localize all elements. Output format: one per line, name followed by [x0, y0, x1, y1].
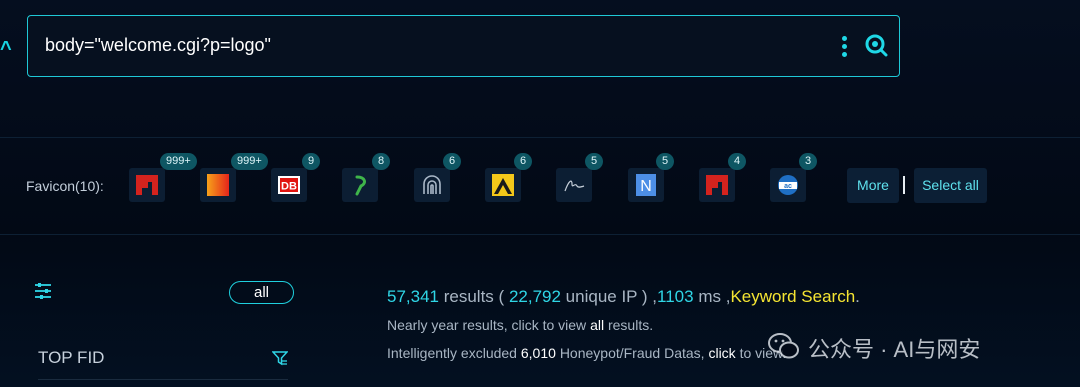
more-vertical-icon[interactable]: [840, 36, 848, 58]
favicon-item[interactable]: N: [628, 168, 664, 202]
favicon-count-badge: 999+: [160, 153, 197, 170]
favicon-item[interactable]: [342, 168, 378, 202]
wechat-icon: [768, 333, 799, 359]
favicon-count-badge: 6: [443, 153, 462, 170]
favicon-count-badge: 5: [585, 153, 604, 170]
red-bracket-logo-icon: [136, 175, 158, 195]
search-icon[interactable]: [864, 33, 888, 57]
favicon-count-badge: 6: [514, 153, 533, 170]
logo-fragment: ^: [0, 38, 12, 60]
red-bracket-logo-icon: [706, 175, 728, 195]
favicon-item[interactable]: [556, 168, 592, 202]
page: ^ body="welcome.cgi?p=logo" Favicon(10):…: [0, 0, 1080, 387]
funnel-filter-icon[interactable]: [272, 350, 288, 366]
favicon-item[interactable]: [129, 168, 165, 202]
period: .: [855, 287, 860, 306]
svg-text:ac: ac: [784, 183, 792, 190]
results-word: results (: [443, 287, 505, 306]
top-fid-heading: TOP FID: [38, 348, 105, 367]
note-text: Honeypot/Fraud Datas,: [559, 345, 705, 361]
query-time: 1103: [657, 287, 694, 306]
time-unit: ms ,: [698, 287, 731, 306]
favicon-item[interactable]: [200, 168, 236, 202]
concentric-arch-logo-icon: [423, 175, 441, 194]
select-all-button[interactable]: Select all: [914, 168, 987, 203]
green-leaf-logo-icon: [355, 175, 366, 196]
favicon-item[interactable]: DB: [271, 168, 307, 202]
signature-logo-icon: [564, 180, 585, 192]
globe-badge-logo-icon: ac: [778, 175, 798, 195]
favicon-count-badge: 5: [656, 153, 675, 170]
note-text: Intelligently excluded: [387, 345, 517, 361]
favicon-count-badge: 4: [728, 153, 747, 170]
separator: [903, 176, 905, 194]
unique-ip-count: 22,792: [508, 287, 561, 306]
keyword-search-label: Keyword Search: [730, 287, 856, 306]
sliders-icon[interactable]: [34, 282, 52, 300]
watermark-text: 公众号 · AI与网安: [808, 337, 981, 362]
divider: [38, 379, 288, 380]
favicon-count-badge: 9: [302, 153, 321, 170]
favicon-item[interactable]: ac: [770, 168, 806, 202]
search-input[interactable]: body="welcome.cgi?p=logo": [27, 15, 900, 77]
divider: [0, 137, 1080, 138]
note-text: results.: [607, 317, 654, 333]
excluded-count: 6,010: [520, 345, 556, 361]
orange-gradient-logo-icon: [207, 174, 229, 196]
divider: [0, 234, 1080, 235]
view-all-link[interactable]: all: [590, 317, 604, 333]
favicon-label: Favicon(10):: [26, 178, 104, 194]
more-button[interactable]: More: [847, 168, 899, 203]
n-logo-icon: N: [636, 174, 656, 196]
favicon-item[interactable]: [414, 168, 450, 202]
favicon-item[interactable]: [699, 168, 735, 202]
click-to-view-link[interactable]: click: [708, 345, 735, 361]
year-results-note: Nearly year results, click to view all r…: [387, 317, 653, 333]
all-filter-toggle[interactable]: all: [229, 281, 294, 304]
favicon-count-badge: 3: [799, 153, 818, 170]
results-summary: 57,341 results ( 22,792 unique IP ) ,110…: [387, 287, 860, 307]
note-text: Nearly year results, click to view: [387, 317, 587, 333]
unique-ip-word: unique IP ) ,: [565, 287, 658, 306]
favicon-count-badge: 999+: [231, 153, 268, 170]
db-logo-text: DB: [281, 181, 297, 193]
yellow-black-logo-icon: [492, 174, 514, 196]
honeypot-note: Intelligently excluded 6,010 Honeypot/Fr…: [387, 345, 786, 361]
favicon-item[interactable]: [485, 168, 521, 202]
n-logo-text: N: [640, 178, 652, 195]
search-query[interactable]: body="welcome.cgi?p=logo": [45, 35, 271, 56]
favicon-count-badge: 8: [372, 153, 391, 170]
total-results: 57,341: [387, 287, 439, 306]
db-logo-icon: DB: [278, 176, 300, 194]
